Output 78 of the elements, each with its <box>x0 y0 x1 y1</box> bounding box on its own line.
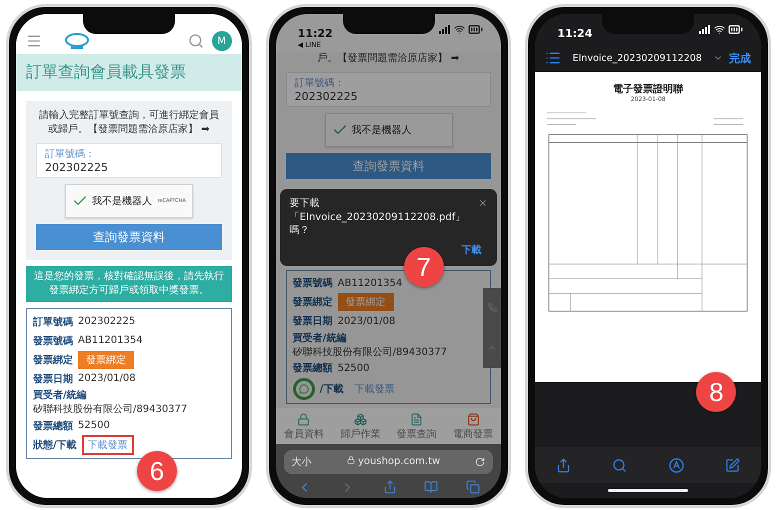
nav-icon <box>410 412 424 426</box>
search-icon[interactable] <box>612 458 628 472</box>
bookmarks-icon[interactable] <box>424 480 438 494</box>
phone-call-icon[interactable] <box>488 303 497 312</box>
detail-label: 發票號碼 <box>33 334 73 348</box>
invoice-heading: 電子發票證明聯 <box>613 82 684 96</box>
bottom-nav-item[interactable]: 歸戶作業 <box>332 412 388 441</box>
detail-value: 52500 <box>78 420 110 431</box>
detail-label: 發票總額 <box>33 420 73 432</box>
done-button[interactable]: 完成 <box>729 50 752 66</box>
detail-label: /下載 <box>320 382 344 396</box>
detail-label: 發票總額 <box>292 362 333 376</box>
list-icon[interactable] <box>545 50 562 66</box>
detail-label: 發票日期 <box>33 372 73 386</box>
nav-icon <box>354 412 367 426</box>
nav-icon <box>466 412 480 426</box>
instruction-text: 戶。【發票問題需洽原店家】 ➡ <box>316 52 460 66</box>
markup-icon[interactable] <box>668 458 684 472</box>
bottom-nav-item[interactable]: 電商發票 <box>444 412 502 441</box>
query-invoice-button[interactable]: 查詢發票資料 <box>36 224 222 250</box>
lock-icon <box>346 456 355 464</box>
query-invoice-button[interactable]: 查詢發票資料 <box>286 153 492 180</box>
reload-icon[interactable] <box>475 456 486 467</box>
download-message: 要下載「EInvoice_20230209112208.pdf」嗎？ <box>290 197 466 238</box>
battery-icon <box>468 22 484 37</box>
bind-invoice-button[interactable]: 發票綁定 <box>338 293 394 312</box>
detail-value: 矽聯科技股份有限公司/89430377 <box>292 346 447 359</box>
download-button[interactable]: 下載 <box>455 242 488 258</box>
signal-icon <box>439 25 452 34</box>
captcha-label: 我不是機器人 <box>92 194 153 208</box>
captcha-label: 我不是機器人 <box>352 124 412 138</box>
download-link[interactable]: 下載發票 <box>82 435 134 455</box>
status-time: 11:22 <box>298 27 333 40</box>
chat-bubble-icon <box>298 384 309 394</box>
detail-label: 發票綁定 <box>33 353 73 366</box>
detail-value: 2023/01/08 <box>338 316 396 327</box>
page-title: 訂單查詢會員載具發票 <box>16 54 242 91</box>
share-icon[interactable] <box>382 480 396 494</box>
menu-icon[interactable] <box>26 33 42 49</box>
nav-icon <box>297 412 310 426</box>
wifi-icon <box>454 24 466 35</box>
messenger-chat-button[interactable] <box>292 378 315 400</box>
search-icon[interactable] <box>188 33 204 49</box>
share-icon[interactable] <box>556 458 572 472</box>
detail-label: 買受者/統編 <box>33 388 87 402</box>
user-avatar[interactable]: M <box>212 31 232 51</box>
detail-label: 發票號碼 <box>292 276 333 290</box>
bottom-nav-item[interactable]: 發票查詢 <box>388 412 445 441</box>
detail-value: 202302225 <box>78 316 136 327</box>
order-number-field[interactable]: 訂單號碼： 202302225 <box>36 143 222 178</box>
detail-label: 發票綁定 <box>292 295 333 310</box>
order-number-field[interactable]: 訂單號碼： 202302225 <box>286 72 492 108</box>
text-size-button[interactable]: 大小 <box>292 454 312 469</box>
download-link[interactable]: 下載發票 <box>348 378 400 399</box>
bottom-nav-item[interactable]: 會員資料 <box>276 412 332 441</box>
swoosh-logo <box>64 31 90 51</box>
tabs-icon[interactable] <box>466 480 480 494</box>
address-bar[interactable]: 大小 youshop.com.tw <box>284 450 494 474</box>
detail-value: 矽聯科技股份有限公司/89430377 <box>33 402 188 416</box>
bind-invoice-button[interactable]: 發票綁定 <box>78 350 134 368</box>
wifi-icon <box>714 24 726 35</box>
signal-icon <box>699 25 712 34</box>
url-text: youshop.com.tw <box>316 456 472 468</box>
detail-label: 買受者/統編 <box>292 332 346 345</box>
status-time: 11:24 <box>557 27 592 40</box>
detail-value: 52500 <box>338 362 370 374</box>
detail-value: 2023/01/08 <box>78 373 136 384</box>
captcha-widget[interactable]: 我不是機器人 <box>324 113 452 148</box>
instruction-text: 請輸入完整訂單號查詢，可進行綁定會員或歸戶。【發票問題需洽原店家】 ➡ <box>38 109 220 137</box>
battery-icon <box>728 22 744 37</box>
detail-value: AB11201354 <box>338 278 402 289</box>
detail-label: 狀態/下載 <box>33 438 77 452</box>
detail-label: 訂單號碼 <box>33 316 73 328</box>
document-title: EInvoice_20230209112208 <box>572 52 703 64</box>
sign-icon[interactable] <box>725 458 740 472</box>
invoice-notice: 這是您的發票，核對確認無誤後，請先執行發票綁定方可歸戶或領取中獎發票。 <box>26 266 232 302</box>
detail-value: AB11201354 <box>78 335 143 346</box>
detail-label: 發票日期 <box>292 314 333 328</box>
